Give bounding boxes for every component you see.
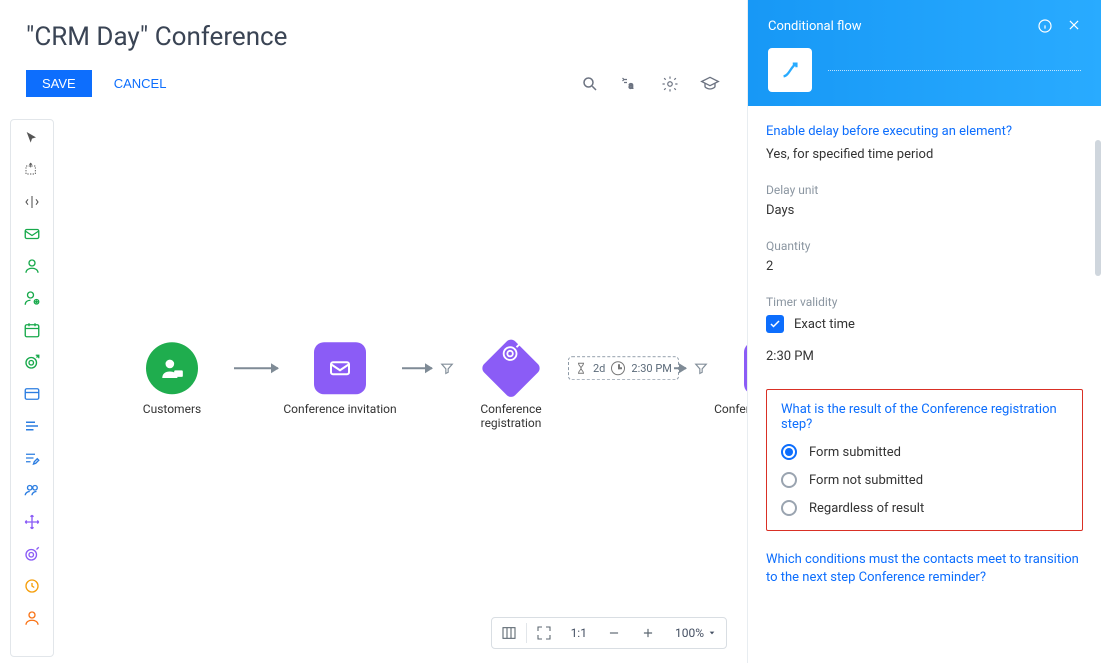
clock-tool[interactable] — [20, 574, 44, 598]
timer-validity-label: Timer validity — [766, 295, 1083, 309]
exact-time-checkbox[interactable] — [766, 315, 784, 333]
radio-icon — [781, 500, 797, 516]
zoom-bar: 1:1 100% — [491, 617, 727, 649]
calendar-tool[interactable] — [20, 318, 44, 342]
list-tool[interactable] — [20, 414, 44, 438]
delay-unit-value[interactable]: Days — [766, 199, 1083, 225]
fit-icon[interactable] — [527, 618, 561, 648]
properties-panel: Conditional flow Enable delay before exe… — [747, 0, 1101, 663]
text-direction-icon[interactable]: a — [619, 73, 641, 95]
email-tool[interactable] — [20, 222, 44, 246]
option-label: Regardless of result — [809, 501, 924, 516]
node-registration[interactable] — [480, 337, 542, 399]
user-orange-tool[interactable] — [20, 606, 44, 630]
delay-question: Enable delay before executing an element… — [766, 124, 1083, 139]
delay-badge[interactable]: 2d 2:30 PM — [568, 356, 679, 380]
zoom-out-button[interactable] — [597, 618, 631, 648]
page-title: "CRM Day" Conference — [26, 22, 721, 52]
save-button[interactable]: SAVE — [26, 70, 92, 97]
element-name-input[interactable] — [828, 70, 1081, 71]
graduation-cap-icon[interactable] — [699, 73, 721, 95]
node-invitation-label: Conference invitation — [283, 402, 396, 416]
user-tool[interactable] — [20, 254, 44, 278]
arrow — [402, 367, 432, 369]
delay-duration: 2d — [593, 362, 605, 375]
edit-list-tool[interactable] — [20, 446, 44, 470]
filter-icon[interactable] — [694, 361, 708, 375]
node-customers[interactable] — [146, 342, 198, 394]
align-tool[interactable] — [20, 190, 44, 214]
delay-time: 2:30 PM — [631, 362, 671, 375]
group-tool[interactable] — [20, 478, 44, 502]
marquee-tool[interactable] — [20, 158, 44, 182]
hourglass-icon — [575, 361, 587, 375]
option-label: Form not submitted — [809, 473, 923, 488]
radio-icon — [781, 444, 797, 460]
scrollbar[interactable] — [1095, 140, 1101, 276]
clock-icon — [611, 361, 625, 375]
option-form-submitted[interactable]: Form submitted — [781, 444, 1068, 460]
toolbox — [10, 119, 54, 657]
window-tool[interactable] — [20, 382, 44, 406]
conditions-question: Which conditions must the contacts meet … — [766, 551, 1083, 587]
move-tool[interactable] — [20, 510, 44, 534]
zoom-percent[interactable]: 100% — [665, 626, 726, 640]
option-regardless[interactable]: Regardless of result — [781, 500, 1068, 516]
zoom-ratio[interactable]: 1:1 — [561, 626, 597, 640]
svg-text:a: a — [629, 81, 634, 91]
flow-type-icon — [768, 48, 812, 92]
node-invitation[interactable] — [314, 342, 366, 394]
result-question: What is the result of the Conference reg… — [781, 402, 1068, 432]
option-label: Form submitted — [809, 445, 901, 460]
chevron-down-icon — [708, 629, 716, 637]
target-purple-tool[interactable] — [20, 542, 44, 566]
time-value[interactable]: 2:30 PM — [766, 345, 1083, 371]
cancel-button[interactable]: CANCEL — [110, 70, 171, 97]
delay-unit-label: Delay unit — [766, 183, 1083, 197]
node-registration-label: Conference registration — [454, 402, 568, 430]
arrow — [674, 367, 686, 369]
delay-answer[interactable]: Yes, for specified time period — [766, 143, 1083, 169]
radio-icon — [781, 472, 797, 488]
quantity-label: Quantity — [766, 239, 1083, 253]
user-add-tool[interactable] — [20, 286, 44, 310]
canvas[interactable]: Customers Conference invitation — [54, 113, 747, 663]
pointer-tool[interactable] — [20, 126, 44, 150]
node-customers-label: Customers — [143, 402, 201, 416]
exact-time-label: Exact time — [794, 317, 855, 332]
close-icon[interactable] — [1067, 18, 1081, 34]
gear-icon[interactable] — [659, 73, 681, 95]
columns-icon[interactable] — [492, 618, 526, 648]
arrow — [234, 367, 278, 369]
search-icon[interactable] — [579, 73, 601, 95]
zoom-in-button[interactable] — [631, 618, 665, 648]
quantity-value[interactable]: 2 — [766, 255, 1083, 281]
info-icon[interactable] — [1037, 18, 1053, 34]
panel-title: Conditional flow — [768, 19, 862, 34]
target-tool[interactable] — [20, 350, 44, 374]
filter-icon[interactable] — [440, 361, 454, 375]
option-form-not-submitted[interactable]: Form not submitted — [781, 472, 1068, 488]
result-options-box: What is the result of the Conference reg… — [766, 389, 1083, 531]
